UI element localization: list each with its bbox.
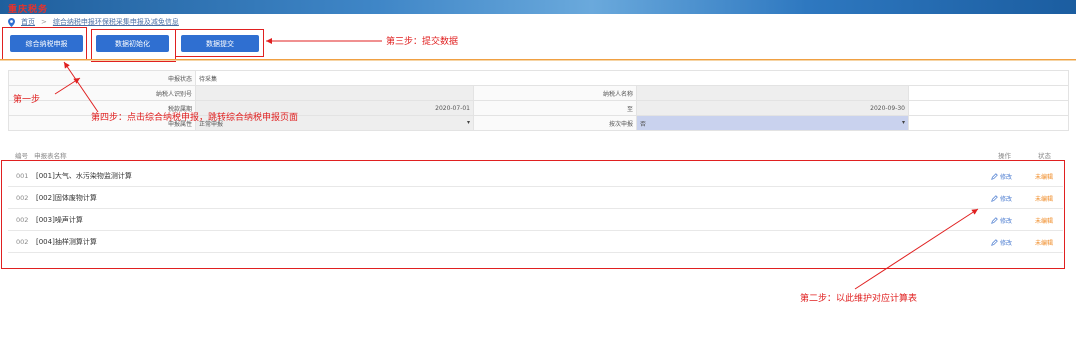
taxpayer-name-value: [636, 85, 909, 101]
blank-cell: [907, 85, 1070, 101]
row-name: [004]抽样测算计算: [36, 238, 97, 246]
pencil-icon: [991, 238, 998, 246]
edit-link[interactable]: 修改: [991, 194, 1012, 203]
status-badge: 未编辑: [1035, 217, 1054, 225]
list-header: 编号 申报表名称 操作 状态: [15, 150, 1065, 160]
pencil-icon: [991, 172, 998, 180]
highlight-submit-box: [175, 29, 264, 57]
period-end[interactable]: 2020-09-30: [636, 100, 909, 116]
dropdown-arrow-icon: ▾: [466, 118, 470, 126]
edit-link[interactable]: 修改: [991, 216, 1012, 225]
taxpayer-name-label: 纳税人名称: [473, 85, 637, 101]
status-badge: 未编辑: [1035, 173, 1054, 181]
col-name-header: 申报表名称: [34, 152, 67, 160]
period-to-label: 至: [473, 100, 637, 116]
by-time-label: 按次申报: [473, 115, 637, 131]
annotation-step4: 第四步：点击综合纳税申报，跳转综合纳税申报页面: [91, 113, 299, 123]
status-value: 待采集: [194, 70, 1070, 86]
breadcrumb-separator: >: [41, 18, 47, 26]
row-number: 001: [16, 172, 29, 180]
annotation-step1: 第一步: [13, 95, 41, 105]
edit-label: 修改: [1000, 239, 1013, 247]
top-banner: 重庆税务: [0, 0, 1076, 15]
annotation-step2: 第二步：以此维护对应计算表: [800, 294, 918, 304]
edit-label: 修改: [1000, 173, 1013, 181]
col-op-header: 操作: [998, 152, 1011, 160]
col-no-header: 编号: [15, 152, 28, 160]
blank-cell: [907, 100, 1070, 116]
status-badge: 未编辑: [1035, 239, 1054, 247]
highlight-declare-box: [2, 27, 87, 60]
by-time-select[interactable]: 否 ▾: [636, 115, 909, 131]
status-label: 申报状态: [8, 70, 196, 86]
col-state-header: 状态: [1038, 152, 1051, 160]
edit-link[interactable]: 修改: [991, 238, 1012, 247]
blank-cell: [907, 115, 1070, 131]
edit-link[interactable]: 修改: [991, 172, 1012, 181]
row-number: 002: [16, 194, 29, 202]
dropdown-arrow-icon: ▾: [901, 118, 905, 126]
list-item: 002 [003]噪声计算 修改 未编辑: [8, 210, 1063, 231]
breadcrumb-home[interactable]: 首页: [21, 17, 35, 27]
row-name: [001]大气、水污染物监测计算: [36, 172, 132, 180]
list-item: 002 [004]抽样测算计算 修改 未编辑: [8, 232, 1063, 253]
row-name: [003]噪声计算: [36, 216, 83, 224]
edit-label: 修改: [1000, 195, 1013, 203]
list-item: 001 [001]大气、水污染物监测计算 修改 未编辑: [8, 166, 1063, 187]
row-name: [002]固体废物计算: [36, 194, 97, 202]
pencil-icon: [991, 216, 998, 224]
breadcrumb-current[interactable]: 综合纳税申报环保税采集申报及减免信息: [53, 17, 179, 27]
taxpayer-id-value: [195, 85, 474, 101]
row-number: 002: [16, 216, 29, 224]
pencil-icon: [991, 194, 998, 202]
annotation-step3: 第三步：提交数据: [386, 37, 459, 47]
location-pin-icon: [8, 17, 15, 27]
edit-label: 修改: [1000, 217, 1013, 225]
status-badge: 未编辑: [1035, 195, 1054, 203]
row-number: 002: [16, 238, 29, 246]
by-time-value: 否: [640, 120, 647, 128]
highlight-init-box: [91, 29, 176, 62]
logo: 重庆税务: [8, 5, 49, 15]
list-item: 002 [002]固体废物计算 修改 未编辑: [8, 188, 1063, 209]
divider-shadow: [0, 60, 1076, 61]
